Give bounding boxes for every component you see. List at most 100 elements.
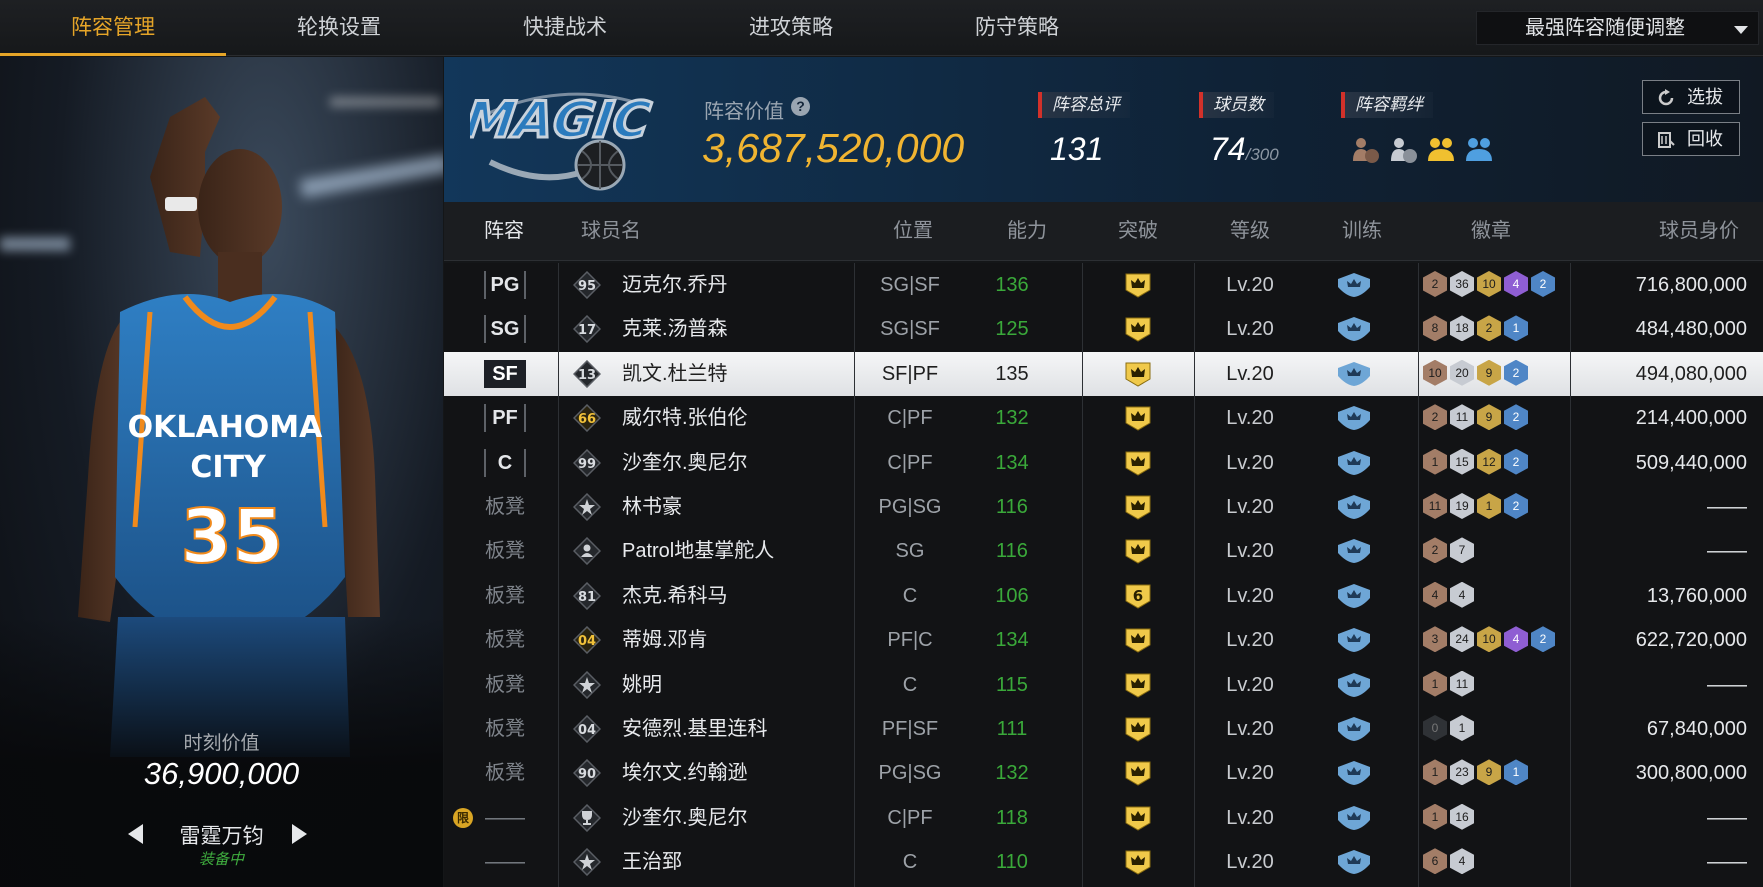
table-row[interactable]: PG 95 迈克尔.乔丹 SG|SF 136 Lv.20 2 36 10 4 2 716,800,00… [444,263,1763,307]
player-name[interactable]: 安德烈.基里连科 [622,707,768,751]
col-training[interactable]: 训练 [1342,202,1382,261]
svg-text:99: 99 [578,457,596,472]
table-row[interactable]: 板凳 Patrol地基掌舵人 SG 116 Lv.20 2 7 —— [444,529,1763,573]
player-name[interactable]: 沙奎尔.奥尼尔 [622,796,748,840]
player-name[interactable]: 凯文.杜兰特 [622,352,728,396]
lineup-slot[interactable]: 板凳 [484,671,526,699]
bond-bronze-icon[interactable] [1350,134,1380,164]
lineup-slot[interactable]: 板凳 [484,759,526,787]
recycle-button[interactable]: 回收 [1642,122,1740,156]
roster-count-label: 球员数 [1199,92,1274,118]
training-icon[interactable] [1337,450,1371,476]
player-name[interactable]: 威尔特.张伯伦 [622,396,748,440]
player-name[interactable]: 沙奎尔.奥尼尔 [622,441,748,485]
help-icon[interactable]: ? [791,97,810,116]
col-lineup[interactable]: 阵容 [484,202,524,261]
bond-silver-icon[interactable] [1388,134,1418,164]
col-badges[interactable]: 徽章 [1471,202,1511,261]
tab-defense-strategy[interactable]: 防守策略 [904,0,1130,56]
table-row[interactable]: 板凳 81 杰克.希科马 C 106 6 Lv.20 4 4 13,760,000 [444,574,1763,618]
lineup-value: 3,687,520,000 [702,125,965,171]
tab-quick-tactics[interactable]: 快捷战术 [452,0,678,56]
col-breakthrough[interactable]: 突破 [1118,202,1158,261]
table-row[interactable]: 板凳 姚明 C 115 Lv.20 1 11 —— [444,663,1763,707]
col-player-value[interactable]: 球员身价 [1659,202,1739,261]
tab-lineup-management[interactable]: 阵容管理 [0,0,226,56]
training-icon[interactable] [1337,583,1371,609]
player-value: —— [1707,673,1747,696]
player-name[interactable]: 迈克尔.乔丹 [622,263,728,307]
player-ability: 106 [995,584,1029,607]
player-name[interactable]: 埃尔文.约翰逊 [622,751,748,795]
player-number-icon: 17 [573,315,601,344]
table-row[interactable]: PF 66 威尔特.张伯伦 C|PF 132 Lv.20 2 11 9 2 214,400,000 [444,396,1763,440]
col-level[interactable]: 等级 [1230,202,1270,261]
training-icon[interactable] [1337,405,1371,431]
training-icon[interactable] [1337,538,1371,564]
player-name[interactable]: 王治郅 [622,840,682,884]
tab-offense-strategy[interactable]: 进攻策略 [678,0,904,56]
player-value: —— [1707,540,1747,563]
lineup-slot[interactable]: C [484,448,526,477]
next-card-arrow-icon[interactable] [292,824,307,844]
player-ability: 118 [996,806,1028,829]
training-icon[interactable] [1337,361,1371,387]
col-position[interactable]: 位置 [893,202,933,261]
refresh-icon [1658,89,1674,106]
player-value: —— [1707,851,1747,874]
player-ability: 116 [996,540,1028,563]
player-value: 67,840,000 [1646,718,1747,740]
lineup-slot[interactable]: 板凳 [484,493,526,521]
lineup-slot[interactable]: 板凳 [484,626,526,654]
lineup-slot[interactable]: —— [484,848,526,876]
player-name[interactable]: 姚明 [622,663,662,707]
bond-blue-icon[interactable] [1464,134,1494,164]
bond-gold-icon[interactable] [1426,134,1456,164]
player-name[interactable]: 蒂姆.邓肯 [622,618,708,662]
lineup-slot[interactable]: 板凳 [484,582,526,610]
chevron-down-icon [1734,26,1748,34]
lineup-slot[interactable]: PG [484,271,526,299]
player-name[interactable]: 克莱.汤普森 [622,307,728,351]
tab-rotation-settings[interactable]: 轮换设置 [226,0,452,56]
player-value: 13,760,000 [1646,584,1747,607]
table-row[interactable]: 板凳 林书豪 PG|SG 116 Lv.20 11 19 1 2 —— [444,485,1763,529]
lineup-slot[interactable]: SF [484,359,526,388]
draft-button[interactable]: 选拔 [1642,80,1740,114]
table-row[interactable]: 板凳 04 蒂姆.邓肯 PF|C 134 Lv.20 3 24 10 4 2 622,720,000 [444,618,1763,662]
table-row[interactable]: SF 13 凯文.杜兰特 SF|PF 135 Lv.20 10 20 9 2 494,080,000 [444,351,1763,396]
training-icon[interactable] [1337,494,1371,520]
table-row[interactable]: —— 王治郅 C 110 Lv.20 6 4 —— [444,840,1763,884]
lineup-value-label: 阵容价值 [704,101,784,123]
col-ability[interactable]: 能力 [1007,202,1047,261]
training-icon[interactable] [1337,760,1371,786]
lineup-dropdown[interactable]: 最强阵容随便调整 [1476,11,1759,45]
training-icon[interactable] [1337,316,1371,342]
training-icon[interactable] [1337,805,1371,831]
player-value: 300,800,000 [1635,762,1747,785]
recycle-button-label: 回收 [1687,129,1723,149]
svg-text:13: 13 [578,368,596,383]
lineup-slot[interactable]: 板凳 [484,715,526,743]
training-icon[interactable] [1337,672,1371,698]
lineup-slot[interactable]: —— [484,804,526,832]
player-name[interactable]: Patrol地基掌舵人 [622,529,774,573]
table-row[interactable]: 板凳 04 安德烈.基里连科 PF|SF 111 Lv.20 0 1 67,840,000 [444,707,1763,751]
training-icon[interactable] [1337,627,1371,653]
player-name[interactable]: 林书豪 [622,485,682,529]
col-player-name[interactable]: 球员名 [581,202,641,261]
lineup-slot[interactable]: SG [484,315,526,344]
training-icon[interactable] [1337,272,1371,298]
training-icon[interactable] [1337,849,1371,875]
lineup-slot[interactable]: 板凳 [484,537,526,565]
roster-table-header: 阵容 球员名 位置 能力 突破 等级 训练 徽章 球员身价 [444,202,1763,261]
training-icon[interactable] [1337,716,1371,742]
table-row[interactable]: SG 17 克莱.汤普森 SG|SF 125 Lv.20 8 18 2 1 484,480,000 [444,307,1763,351]
legend-star-icon [573,848,601,877]
player-number-icon: 66 [573,404,601,433]
table-row[interactable]: 限 —— 沙奎尔.奥尼尔 C|PF 118 Lv.20 1 16 —— [444,796,1763,840]
lineup-slot[interactable]: PF [484,404,526,433]
table-row[interactable]: 板凳 90 埃尔文.约翰逊 PG|SG 132 Lv.20 1 23 9 1 300,800,000 [444,751,1763,795]
table-row[interactable]: C 99 沙奎尔.奥尼尔 C|PF 134 Lv.20 1 15 12 2 509,440,000 [444,441,1763,485]
player-name[interactable]: 杰克.希科马 [622,574,728,618]
